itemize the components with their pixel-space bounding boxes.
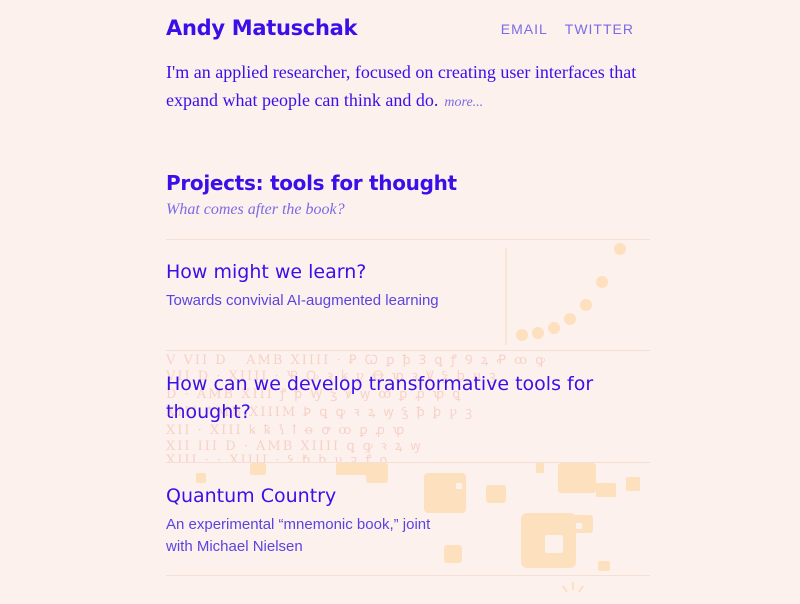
intro-text: I'm an applied researcher, focused on cr… (166, 62, 637, 110)
divider (166, 575, 650, 576)
email-link[interactable]: EMAIL (501, 21, 548, 37)
project-title[interactable]: How can we develop transformative tools … (166, 370, 596, 426)
project-how-might-we-learn[interactable]: How might we learn? Towards convivial AI… (166, 258, 650, 312)
next-project-illustration (562, 582, 584, 593)
project-title[interactable]: Quantum Country (166, 482, 650, 510)
site-name[interactable]: Andy Matuschak (166, 16, 357, 40)
intro-paragraph: I'm an applied researcher, focused on cr… (166, 58, 646, 117)
more-link[interactable]: more... (444, 95, 483, 110)
project-title[interactable]: How might we learn? (166, 258, 650, 286)
header-nav: EMAIL TWITTER (501, 21, 634, 37)
twitter-link[interactable]: TWITTER (565, 21, 634, 37)
project-description: Towards convivial AI-augmented learning (166, 292, 439, 309)
project-transformative-tools[interactable]: How can we develop transformative tools … (166, 370, 650, 426)
project-description: An experimental “mnemonic book,” joint w… (166, 516, 431, 555)
section-subtitle: What comes after the book? (166, 201, 345, 218)
section-title: Projects: tools for thought (166, 171, 457, 195)
